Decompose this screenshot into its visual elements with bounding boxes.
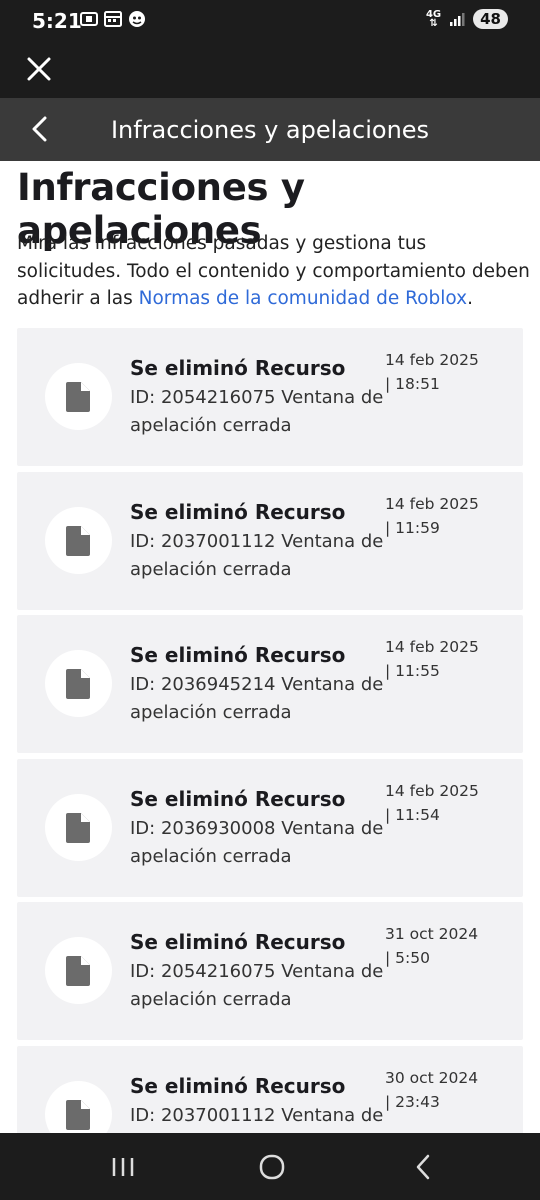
infractions-list: Se eliminó Recurso ID: 2054216075 Ventan… [17,328,523,1189]
close-icon[interactable] [24,54,54,84]
file-icon [66,812,90,843]
item-date-day: 30 oct 2024 [385,1068,479,1087]
item-description: ID: 2054216075 Ventana de apelación cerr… [130,961,384,1010]
back-icon[interactable] [409,1153,439,1181]
file-icon [66,669,90,699]
recent-apps-icon[interactable] [108,1153,138,1181]
item-date-day: 14 feb 2025 [385,781,479,800]
item-date-time: | 18:51 [385,375,440,393]
status-icons [80,10,146,28]
battery-indicator: 48 [473,9,508,29]
item-date: 14 feb 2025 | 11:55 [385,635,495,683]
file-icon-avatar [45,363,112,430]
item-date-time: | 23:43 [385,1092,440,1111]
item-date-day: 31 oct 2024 [385,925,479,943]
file-icon [66,382,90,412]
list-item[interactable]: Se eliminó Recurso ID: 2036930008 Ventan… [17,758,523,897]
file-icon-avatar [45,937,112,1004]
file-icon-avatar [45,793,112,861]
signal-icon [450,13,465,26]
item-description: ID: 2036930008 Ventana de apelación cerr… [130,817,384,867]
item-title: Se eliminó Recurso [130,356,346,380]
webview-toolbar [0,40,540,98]
list-item[interactable]: Se eliminó Recurso ID: 2054216075 Ventan… [17,902,523,1040]
app-notification-icon [129,11,145,27]
file-icon [66,956,90,986]
status-right: 4G ⇅ 48 [426,9,508,29]
item-title: Se eliminó Recurso [130,786,346,811]
item-title: Se eliminó Recurso [130,643,346,667]
item-date: 14 feb 2025 | 11:59 [385,492,495,540]
intro-end: . [467,288,473,309]
file-icon-avatar [45,650,112,717]
item-description: ID: 2037001112 Ventana de apelación cerr… [130,530,384,580]
item-date: 14 feb 2025 | 18:51 [385,348,495,396]
calendar-icon [104,11,122,27]
community-standards-link[interactable]: Normas de la comunidad de Roblox [139,288,467,309]
item-date: 14 feb 2025 | 11:54 [385,779,495,827]
item-date-day: 14 feb 2025 [385,638,479,656]
list-item[interactable]: Se eliminó Recurso ID: 2037001112 Ventan… [17,471,523,610]
item-title: Se eliminó Recurso [130,1073,346,1098]
item-date-day: 14 feb 2025 [385,494,479,513]
item-date: 31 oct 2024 | 5:50 [385,922,495,970]
item-description: ID: 2036945214 Ventana de apelación cerr… [130,674,384,723]
intro-text: Mira las infracciones pasadas y gestiona… [17,230,532,313]
item-title: Se eliminó Recurso [130,930,346,954]
status-time: 5:21 [32,9,82,33]
home-icon[interactable] [257,1153,287,1181]
item-date-time: | 11:59 [385,518,440,537]
file-icon [66,525,90,556]
header-title: Infracciones y apelaciones [110,116,430,144]
file-icon [66,1099,90,1130]
system-nav-bar [0,1133,540,1200]
status-bar: 5:21 4G ⇅ 48 [0,0,540,40]
item-date-time: | 11:55 [385,662,440,680]
app-header: Infracciones y apelaciones [0,98,540,161]
network-indicator: 4G ⇅ [425,9,442,29]
item-date-time: | 11:54 [385,805,440,824]
list-item[interactable]: Se eliminó Recurso ID: 2036945214 Ventan… [17,615,523,753]
file-icon-avatar [45,506,112,574]
item-date-day: 14 feb 2025 [385,351,479,369]
item-title: Se eliminó Recurso [130,499,346,524]
item-date-time: | 5:50 [385,949,430,967]
screenshot-icon [80,12,98,26]
item-date: 30 oct 2024 | 23:43 [385,1066,495,1114]
list-item[interactable]: Se eliminó Recurso ID: 2054216075 Ventan… [17,328,523,466]
item-description: ID: 2054216075 Ventana de apelación cerr… [130,387,384,436]
